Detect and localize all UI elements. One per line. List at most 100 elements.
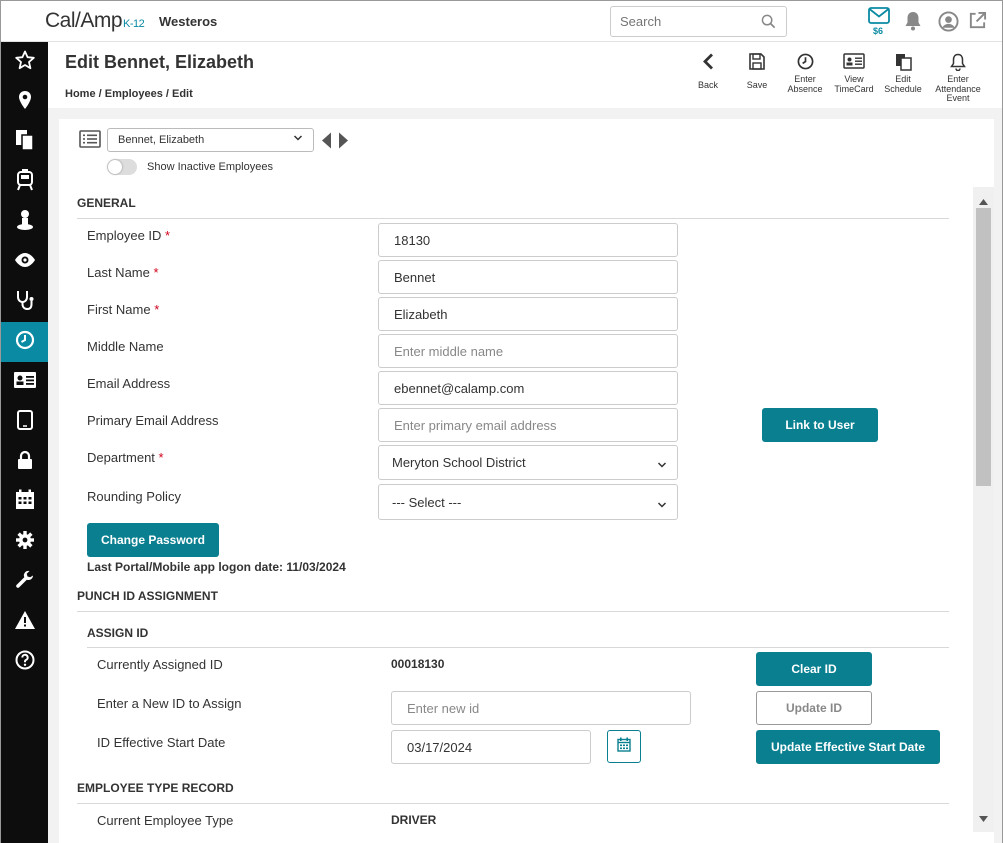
enter-attendance-event-button[interactable]: Enter Attendance Event xyxy=(932,53,984,104)
date-picker-button[interactable] xyxy=(607,730,641,763)
sidebar-item-documents[interactable] xyxy=(1,122,48,162)
wrench-icon xyxy=(15,570,35,595)
external-link-icon[interactable] xyxy=(968,11,987,35)
sidebar-item-devices[interactable] xyxy=(1,402,48,442)
sidebar-item-settings[interactable] xyxy=(1,522,48,562)
scrollbar[interactable] xyxy=(973,187,994,832)
new-id-input[interactable] xyxy=(407,701,662,716)
currently-assigned-id-value: 00018130 xyxy=(391,657,445,671)
enter-attendance-label-3: Event xyxy=(946,93,970,103)
section-divider xyxy=(77,803,949,804)
app-logo[interactable]: Cal/AmpK-12 xyxy=(45,9,145,33)
search-input[interactable] xyxy=(620,7,760,36)
clock-icon xyxy=(15,330,35,355)
middle-name-input[interactable] xyxy=(394,344,649,359)
last-logon-note: Last Portal/Mobile app logon date: 11/03… xyxy=(87,560,346,574)
scroll-down-arrow-icon[interactable] xyxy=(979,809,988,827)
sidebar-item-locations[interactable] xyxy=(1,82,48,122)
sidebar-item-people[interactable] xyxy=(1,202,48,242)
warning-icon xyxy=(14,610,36,635)
logo-suffix: K-12 xyxy=(123,18,145,30)
bell-icon[interactable] xyxy=(903,11,923,36)
last-name-field xyxy=(378,260,678,294)
required-marker: * xyxy=(153,265,159,280)
last-name-label: Last Name * xyxy=(87,265,159,280)
first-name-field xyxy=(378,297,678,331)
search-box xyxy=(610,6,787,37)
sidebar-item-favorites[interactable] xyxy=(1,42,48,82)
breadcrumb: Home / Employees / Edit xyxy=(65,88,193,100)
back-label: Back xyxy=(697,80,718,90)
current-employee-type-value: DRIVER xyxy=(391,813,437,827)
change-password-button[interactable]: Change Password xyxy=(87,523,219,557)
rounding-policy-label: Rounding Policy xyxy=(87,489,181,504)
department-select-value: Meryton School District xyxy=(392,455,526,470)
email-input[interactable] xyxy=(394,381,649,396)
required-marker: * xyxy=(158,450,164,465)
employee-id-input[interactable] xyxy=(394,233,649,248)
employee-nav xyxy=(321,132,349,154)
previous-employee-arrow-icon[interactable] xyxy=(321,132,332,153)
enter-absence-label-2: Absence xyxy=(787,83,823,94)
search-icon[interactable] xyxy=(761,14,776,34)
update-effective-date-button[interactable]: Update Effective Start Date xyxy=(756,730,940,764)
sidebar-item-health[interactable] xyxy=(1,282,48,322)
required-marker: * xyxy=(154,302,160,317)
effective-date-input[interactable] xyxy=(407,740,572,755)
edit-schedule-label-2: Schedule xyxy=(884,83,922,94)
show-inactive-toggle[interactable] xyxy=(107,159,137,175)
save-button[interactable]: Save xyxy=(731,53,783,91)
employee-id-field xyxy=(378,223,678,257)
employee-select[interactable]: Bennet, Elizabeth xyxy=(107,128,314,152)
chevron-left-icon xyxy=(702,53,714,73)
clear-id-button[interactable]: Clear ID xyxy=(756,652,872,686)
assign-id-subtitle: ASSIGN ID xyxy=(87,626,149,640)
new-id-field xyxy=(391,691,691,725)
first-name-input[interactable] xyxy=(394,307,649,322)
sidebar-item-alerts[interactable] xyxy=(1,602,48,642)
sidebar-item-badges[interactable] xyxy=(1,362,48,402)
primary-email-input[interactable] xyxy=(394,418,649,433)
currently-assigned-id-label: Currently Assigned ID xyxy=(97,657,223,672)
update-id-button[interactable]: Update ID xyxy=(756,691,872,725)
scrollbar-thumb[interactable] xyxy=(976,208,991,486)
sidebar-item-tools[interactable] xyxy=(1,562,48,602)
punch-id-section-title: PUNCH ID ASSIGNMENT xyxy=(77,589,218,603)
department-label: Department * xyxy=(87,450,164,465)
effective-date-label: ID Effective Start Date xyxy=(97,735,226,750)
employee-type-section-title: EMPLOYEE TYPE RECORD xyxy=(77,781,234,795)
sidebar-item-calendar[interactable] xyxy=(1,482,48,522)
sidebar-item-help[interactable] xyxy=(1,642,48,682)
link-to-user-button[interactable]: Link to User xyxy=(762,408,878,442)
first-name-label: First Name * xyxy=(87,302,159,317)
save-label: Save xyxy=(746,80,768,90)
next-employee-arrow-icon[interactable] xyxy=(338,132,349,153)
rounding-policy-select[interactable]: --- Select --- xyxy=(378,484,678,520)
middle-name-field xyxy=(378,334,678,368)
chevron-down-icon xyxy=(657,498,667,513)
sidebar-item-transport[interactable] xyxy=(1,162,48,202)
calendar-icon xyxy=(15,489,35,515)
sidebar-item-monitor[interactable] xyxy=(1,242,48,282)
user-circle-icon[interactable] xyxy=(938,11,959,37)
enter-absence-button[interactable]: Enter Absence xyxy=(779,53,831,94)
sidebar-item-time[interactable] xyxy=(1,322,48,362)
last-name-input[interactable] xyxy=(394,270,649,285)
employee-select-value: Bennet, Elizabeth xyxy=(118,134,205,146)
department-select[interactable]: Meryton School District xyxy=(378,445,678,480)
list-icon[interactable] xyxy=(79,130,101,153)
page-title: Edit Bennet, Elizabeth xyxy=(65,52,255,72)
new-id-label: Enter a New ID to Assign xyxy=(97,696,242,711)
sidebar-item-security[interactable] xyxy=(1,442,48,482)
gear-icon xyxy=(15,530,35,555)
primary-email-field xyxy=(378,408,678,442)
back-button[interactable]: Back xyxy=(682,53,734,91)
documents-icon xyxy=(895,53,912,74)
employee-id-label-text: Employee ID xyxy=(87,228,162,243)
chevron-down-icon xyxy=(293,133,303,146)
bus-icon xyxy=(15,168,35,196)
view-timecard-label-2: TimeCard xyxy=(834,83,874,94)
view-timecard-button[interactable]: View TimeCard xyxy=(828,53,880,94)
edit-schedule-button[interactable]: Edit Schedule xyxy=(877,53,929,94)
current-employee-type-label: Current Employee Type xyxy=(97,813,234,828)
